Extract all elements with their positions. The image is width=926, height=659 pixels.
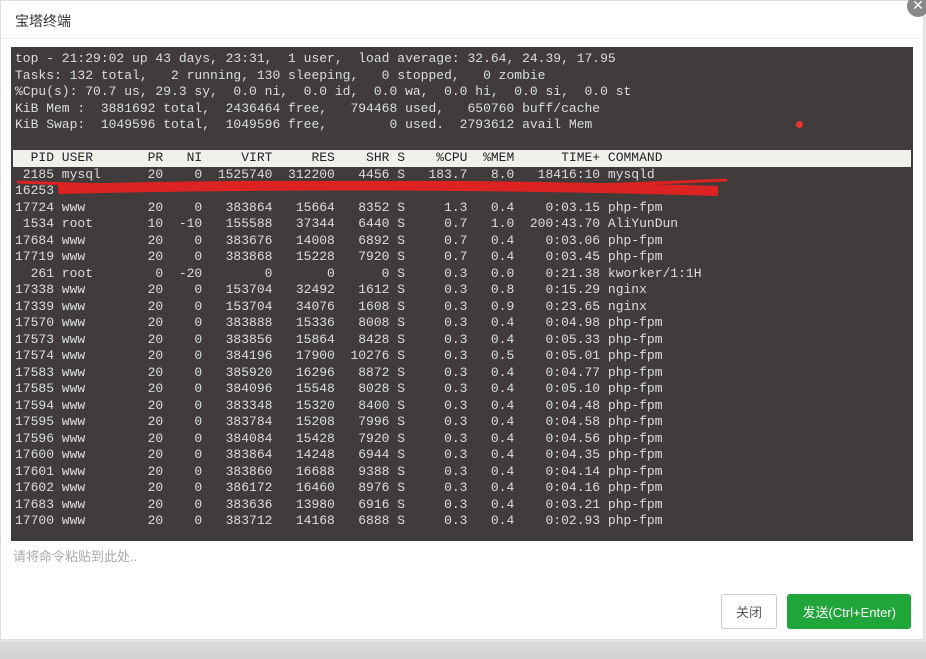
send-button[interactable]: 发送(Ctrl+Enter): [787, 594, 911, 629]
command-input-area: [1, 541, 923, 564]
process-row: 17601 www 20 0 383860 16688 9388 S 0.3 0…: [13, 464, 911, 481]
terminal-output[interactable]: top - 21:29:02 up 43 days, 23:31, 1 user…: [11, 47, 913, 541]
summary-line: KiB Swap: 1049596 total, 1049596 free, 0…: [13, 117, 911, 134]
command-input[interactable]: [13, 549, 911, 564]
summary-line: Tasks: 132 total, 2 running, 130 sleepin…: [13, 68, 911, 85]
process-row: 17585 www 20 0 384096 15548 8028 S 0.3 0…: [13, 381, 911, 398]
process-row: 17583 www 20 0 385920 16296 8872 S 0.3 0…: [13, 365, 911, 382]
process-row: 16253: [13, 183, 911, 200]
blank-line: [13, 134, 911, 151]
process-row: 17570 www 20 0 383888 15336 8008 S 0.3 0…: [13, 315, 911, 332]
process-row: 17594 www 20 0 383348 15320 8400 S 0.3 0…: [13, 398, 911, 415]
process-row: 17683 www 20 0 383636 13980 6916 S 0.3 0…: [13, 497, 911, 514]
close-button[interactable]: 关闭: [721, 594, 777, 629]
process-row: 17700 www 20 0 383712 14168 6888 S 0.3 0…: [13, 513, 911, 530]
process-row: 17600 www 20 0 383864 14248 6944 S 0.3 0…: [13, 447, 911, 464]
process-header: PID USER PR NI VIRT RES SHR S %CPU %MEM …: [13, 150, 911, 167]
terminal-modal: ✕ 宝塔终端 top - 21:29:02 up 43 days, 23:31,…: [0, 0, 924, 640]
process-row: 17684 www 20 0 383676 14008 6892 S 0.7 0…: [13, 233, 911, 250]
process-row: 261 root 0 -20 0 0 0 S 0.3 0.0 0:21.38 k…: [13, 266, 911, 283]
process-row: 17602 www 20 0 386172 16460 8976 S 0.3 0…: [13, 480, 911, 497]
process-row: 1534 root 10 -10 155588 37344 6440 S 0.7…: [13, 216, 911, 233]
modal-title: 宝塔终端: [1, 1, 923, 39]
process-row: 17574 www 20 0 384196 17900 10276 S 0.3 …: [13, 348, 911, 365]
annotation-dot: [796, 121, 803, 128]
background-shadow: [0, 641, 926, 659]
process-row: 17719 www 20 0 383868 15228 7920 S 0.7 0…: [13, 249, 911, 266]
process-row: 17595 www 20 0 383784 15208 7996 S 0.3 0…: [13, 414, 911, 431]
process-row: 2185 mysql 20 0 1525740 312200 4456 S 18…: [13, 167, 911, 184]
red-strike: [58, 181, 718, 197]
summary-line: top - 21:29:02 up 43 days, 23:31, 1 user…: [13, 51, 911, 68]
process-row: 17724 www 20 0 383864 15664 8352 S 1.3 0…: [13, 200, 911, 217]
summary-line: KiB Mem : 3881692 total, 2436464 free, 7…: [13, 101, 911, 118]
process-row: 17338 www 20 0 153704 32492 1612 S 0.3 0…: [13, 282, 911, 299]
process-row: 17339 www 20 0 153704 34076 1608 S 0.3 0…: [13, 299, 911, 316]
process-row: 17596 www 20 0 384084 15428 7920 S 0.3 0…: [13, 431, 911, 448]
summary-line: %Cpu(s): 70.7 us, 29.3 sy, 0.0 ni, 0.0 i…: [13, 84, 911, 101]
modal-footer: 关闭 发送(Ctrl+Enter): [715, 594, 911, 629]
process-row: 17573 www 20 0 383856 15864 8428 S 0.3 0…: [13, 332, 911, 349]
